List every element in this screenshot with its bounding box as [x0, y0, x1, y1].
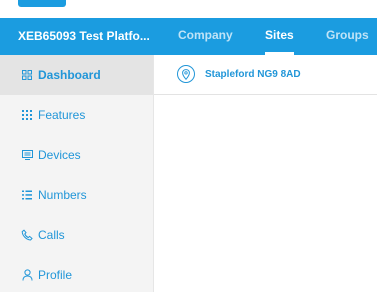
devices-icon — [20, 148, 34, 162]
sidebar: Dashboard Features Devices Numbers Calls… — [0, 55, 154, 292]
location-pin-icon[interactable] — [177, 65, 195, 83]
logo-strip — [0, 0, 377, 18]
site-name[interactable]: Stapleford NG9 8AD — [205, 55, 301, 94]
features-grid-icon — [20, 108, 34, 122]
sidebar-item-label: Profile — [38, 268, 73, 282]
sidebar-item-features[interactable]: Features — [0, 95, 153, 135]
numbers-list-icon — [20, 188, 34, 202]
sidebar-item-numbers[interactable]: Numbers — [0, 175, 153, 215]
sidebar-item-label: Calls — [38, 228, 65, 242]
site-header: Stapleford NG9 8AD — [154, 55, 377, 95]
sidebar-item-calls[interactable]: Calls — [0, 215, 153, 255]
sidebar-item-label: Numbers — [38, 188, 87, 202]
person-icon — [20, 268, 34, 282]
tab-company[interactable]: Company — [178, 18, 233, 55]
sidebar-item-dashboard[interactable]: Dashboard — [0, 55, 153, 95]
sidebar-item-label: Devices — [38, 148, 81, 162]
platform-title[interactable]: XEB65093 Test Platfo... — [18, 18, 158, 55]
sidebar-item-label: Dashboard — [38, 68, 101, 82]
sidebar-item-profile[interactable]: Profile — [0, 255, 153, 295]
sidebar-item-label: Features — [38, 108, 86, 122]
phone-icon — [20, 228, 34, 242]
brand-logo[interactable] — [18, 0, 66, 7]
tab-groups[interactable]: Groups — [326, 18, 369, 55]
dashboard-grid-icon — [20, 68, 34, 82]
sidebar-item-devices[interactable]: Devices — [0, 135, 153, 175]
tab-sites[interactable]: Sites — [265, 18, 294, 55]
top-navigation-bar: XEB65093 Test Platfo... Company Sites Gr… — [0, 18, 377, 55]
